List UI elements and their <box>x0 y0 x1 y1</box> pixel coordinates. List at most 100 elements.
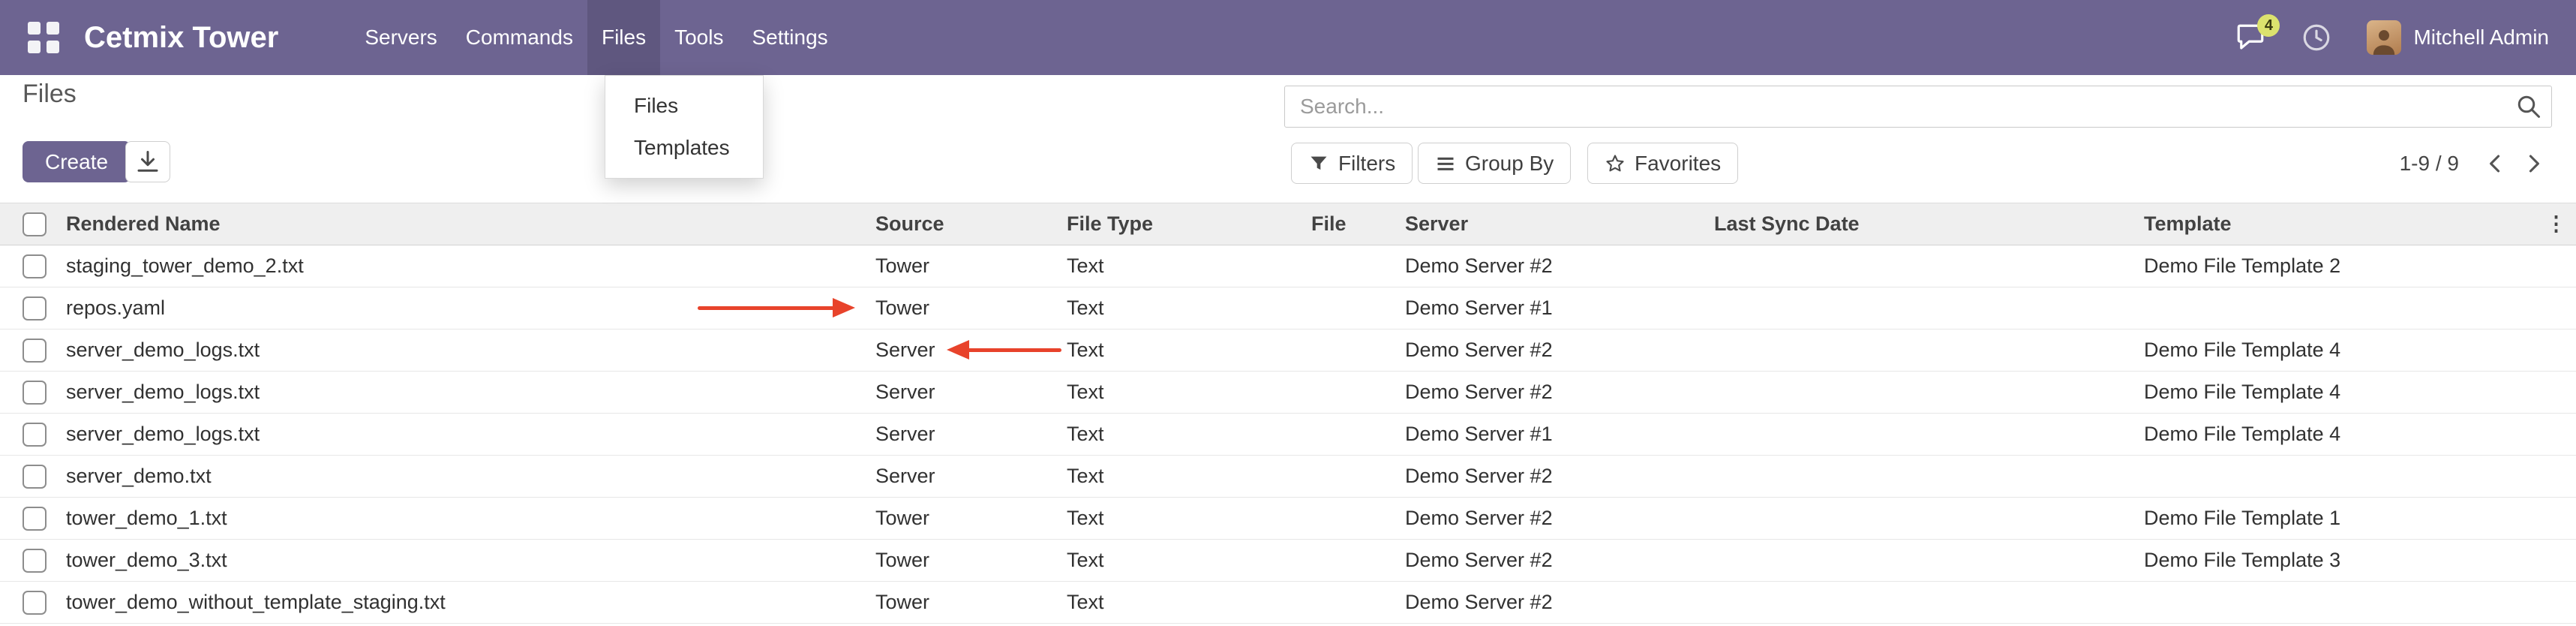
cell-source: Tower <box>875 582 1067 624</box>
person-icon <box>2368 25 2400 55</box>
app-brand[interactable]: Cetmix Tower <box>84 21 278 55</box>
cell-template <box>2144 456 2546 498</box>
favorites-label: Favorites <box>1635 152 1721 176</box>
navbar-right: 4 Mitchell Admin <box>2230 17 2553 58</box>
row-checkbox[interactable] <box>23 507 47 531</box>
table-row[interactable]: tower_demo_1.txt Tower Text Demo Server … <box>0 498 2576 540</box>
table-row[interactable]: repos.yaml Tower Text Demo Server #1 <box>0 287 2576 330</box>
cell-rendered-name: tower_demo_without_template_staging.txt <box>66 582 875 624</box>
row-checkbox[interactable] <box>23 591 47 615</box>
col-rendered-name[interactable]: Rendered Name <box>66 203 875 245</box>
search-icon[interactable] <box>2506 86 2551 127</box>
col-last-sync[interactable]: Last Sync Date <box>1714 203 2144 245</box>
cell-rendered-name: tower_demo_3.txt <box>66 540 875 582</box>
cell-file-type: Text <box>1067 540 1311 582</box>
cell-server: Demo Server #1 <box>1405 414 1714 456</box>
cell-last-sync <box>1714 456 2144 498</box>
col-server[interactable]: Server <box>1405 203 1714 245</box>
cell-file-type: Text <box>1067 414 1311 456</box>
pager-prev-icon[interactable] <box>2477 145 2514 182</box>
cell-source: Tower <box>875 498 1067 540</box>
export-button[interactable] <box>125 141 170 182</box>
cell-file-type: Text <box>1067 287 1311 330</box>
cell-file <box>1311 582 1405 624</box>
search-input[interactable] <box>1285 95 2506 119</box>
cell-template <box>2144 582 2546 624</box>
row-checkbox[interactable] <box>23 254 47 278</box>
cell-source: Server <box>875 372 1067 414</box>
cell-template: Demo File Template 4 <box>2144 330 2546 372</box>
pager-range: 1-9 / 9 <box>2400 152 2459 176</box>
cell-last-sync <box>1714 498 2144 540</box>
table-row[interactable]: server_demo_logs.txt Server Text Demo Se… <box>0 414 2576 456</box>
apps-grid-icon[interactable] <box>23 17 65 59</box>
cell-file-type: Text <box>1067 498 1311 540</box>
column-options-icon[interactable]: ⋮ <box>2546 203 2576 245</box>
menu-settings[interactable]: Settings <box>737 0 842 75</box>
row-checkbox[interactable] <box>23 549 47 573</box>
cell-rendered-name: staging_tower_demo_2.txt <box>66 245 875 287</box>
col-file[interactable]: File <box>1311 203 1405 245</box>
download-icon <box>134 149 161 176</box>
cell-rendered-name: tower_demo_1.txt <box>66 498 875 540</box>
cell-source: Server <box>875 456 1067 498</box>
row-checkbox[interactable] <box>23 465 47 489</box>
funnel-icon <box>1308 153 1329 174</box>
clock-icon <box>2301 21 2332 54</box>
app-window: Cetmix Tower Servers Commands Files Tool… <box>0 0 2576 626</box>
cell-source: Server <box>875 414 1067 456</box>
select-all-checkbox[interactable] <box>23 212 47 236</box>
cell-server: Demo Server #2 <box>1405 372 1714 414</box>
cell-file <box>1311 498 1405 540</box>
groupby-button[interactable]: Group By <box>1418 143 1571 184</box>
col-source[interactable]: Source <box>875 203 1067 245</box>
cell-server: Demo Server #2 <box>1405 330 1714 372</box>
cell-file <box>1311 287 1405 330</box>
page-title: Files <box>23 80 77 109</box>
col-file-type[interactable]: File Type <box>1067 203 1311 245</box>
cell-rendered-name: server_demo_logs.txt <box>66 372 875 414</box>
filters-button[interactable]: Filters <box>1291 143 1413 184</box>
dropdown-item-files[interactable]: Files <box>605 85 763 127</box>
bars-icon <box>1435 153 1456 174</box>
row-checkbox[interactable] <box>23 296 47 321</box>
create-button[interactable]: Create <box>23 141 131 182</box>
menu-files[interactable]: Files <box>587 0 660 75</box>
cell-file-type: Text <box>1067 456 1311 498</box>
table-row[interactable]: tower_demo_3.txt Tower Text Demo Server … <box>0 540 2576 582</box>
activities-icon[interactable] <box>2296 17 2337 58</box>
cell-file <box>1311 414 1405 456</box>
cell-file-type: Text <box>1067 582 1311 624</box>
menu-commands[interactable]: Commands <box>452 0 587 75</box>
favorites-button[interactable]: Favorites <box>1587 143 1738 184</box>
dropdown-item-templates[interactable]: Templates <box>605 127 763 169</box>
row-checkbox[interactable] <box>23 381 47 405</box>
cell-rendered-name: server_demo_logs.txt <box>66 414 875 456</box>
pager-next-icon[interactable] <box>2514 145 2552 182</box>
menu-tools[interactable]: Tools <box>660 0 737 75</box>
menu-servers[interactable]: Servers <box>350 0 451 75</box>
cell-file <box>1311 456 1405 498</box>
cell-file <box>1311 245 1405 287</box>
navbar-left: Cetmix Tower Servers Commands Files Tool… <box>23 0 842 75</box>
search-box <box>1284 86 2552 128</box>
col-template[interactable]: Template <box>2144 203 2546 245</box>
table-row[interactable]: server_demo.txt Server Text Demo Server … <box>0 456 2576 498</box>
messages-icon[interactable]: 4 <box>2230 17 2271 58</box>
row-checkbox[interactable] <box>23 423 47 447</box>
cell-last-sync <box>1714 582 2144 624</box>
top-navbar: Cetmix Tower Servers Commands Files Tool… <box>0 0 2576 75</box>
table-row[interactable]: staging_tower_demo_2.txt Tower Text Demo… <box>0 245 2576 287</box>
cell-source: Tower <box>875 287 1067 330</box>
cell-template: Demo File Template 1 <box>2144 498 2546 540</box>
row-checkbox[interactable] <box>23 339 47 363</box>
table-row[interactable]: server_demo_logs.txt Server Text Demo Se… <box>0 372 2576 414</box>
cell-rendered-name: server_demo.txt <box>66 456 875 498</box>
user-menu[interactable]: Mitchell Admin <box>2362 20 2553 56</box>
cell-last-sync <box>1714 245 2144 287</box>
pager: 1-9 / 9 <box>2400 143 2552 184</box>
table-row[interactable]: tower_demo_without_template_staging.txt … <box>0 582 2576 624</box>
cell-last-sync <box>1714 330 2144 372</box>
cell-server: Demo Server #2 <box>1405 582 1714 624</box>
table-row[interactable]: server_demo_logs.txt Server Text Demo Se… <box>0 330 2576 372</box>
